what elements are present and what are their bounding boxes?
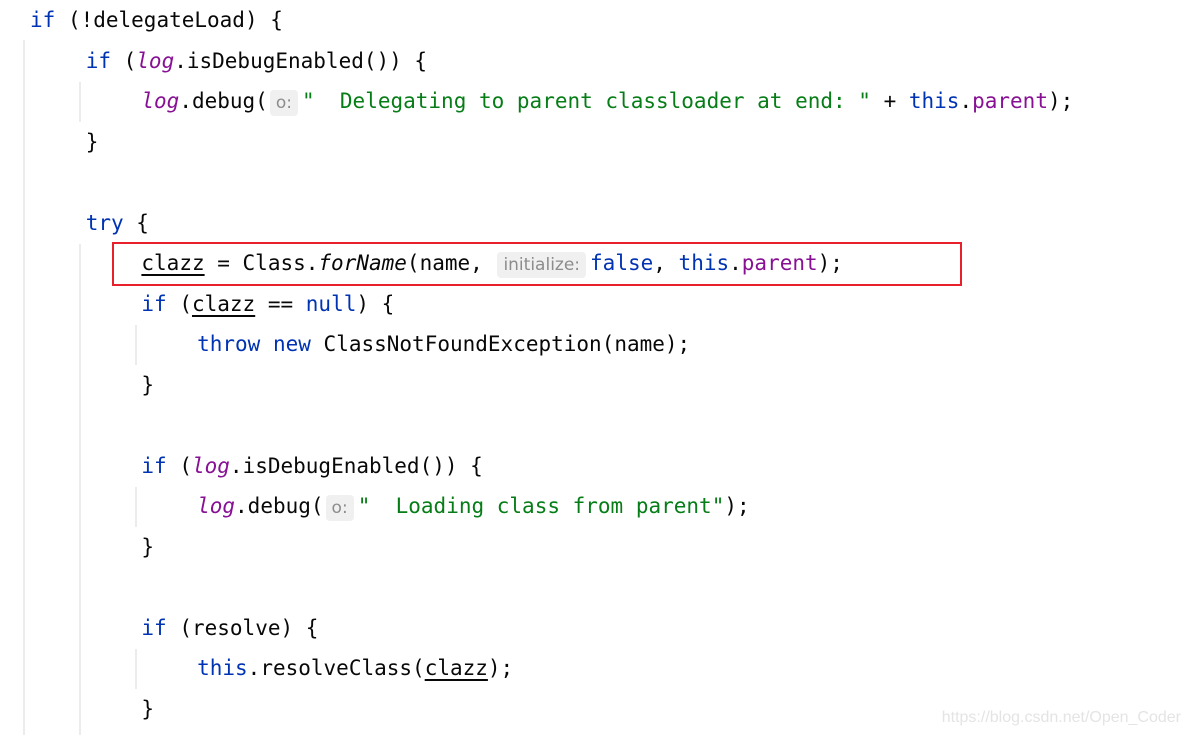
code-token: null [305,291,357,316]
code-token: parent [972,89,1048,113]
code-line[interactable]: throw new ClassNotFoundException(name); [197,324,690,364]
code-token: if [141,453,167,478]
indent-guide [23,40,25,735]
code-token: this [908,89,960,113]
code-token: } [85,129,99,154]
code-token: ); [487,656,514,680]
indent-guide [135,325,137,365]
code-token: this [197,656,248,680]
indent-guide [79,244,81,735]
code-line[interactable]: if (log.isDebugEnabled()) { [86,41,427,81]
code-token: ( [166,291,192,316]
code-token: log [197,494,236,518]
code-token: " Delegating to parent classloader at en… [301,89,871,113]
parameter-hint: o: [269,90,298,116]
code-token: ) { [356,291,395,316]
code-token: (resolve) { [166,615,319,640]
code-token: if [30,8,56,32]
highlight-box [112,242,962,286]
code-line[interactable]: if (clazz == null) { [141,284,394,324]
code-token: .debug( [235,494,324,518]
code-line[interactable]: if (!delegateLoad) { [30,0,283,40]
code-token: . [959,89,973,113]
code-line[interactable]: log.debug(o: " Delegating to parent class… [141,81,1073,121]
code-line[interactable]: this.resolveClass(clazz); [197,648,513,688]
parameter-hint: o: [325,495,354,521]
code-token: ); [724,494,750,518]
code-line[interactable]: if (log.isDebugEnabled()) { [141,446,482,486]
code-line[interactable]: if (resolve) { [141,608,318,648]
code-token: new [272,332,311,356]
code-token: ( [110,48,137,73]
code-token: log [191,453,230,478]
code-token: " Loading class from parent" [357,494,725,518]
code-token: try [85,210,124,235]
code-token: } [141,696,155,721]
code-token: == [255,291,306,316]
code-line[interactable]: } [141,365,154,405]
indent-guide [135,649,137,689]
code-line[interactable]: } [141,689,154,729]
code-token: ClassNotFoundException(name); [310,332,691,356]
code-token: } [141,534,155,559]
code-token: ); [1047,89,1074,113]
code-token: .resolveClass( [247,656,425,680]
code-token: (!delegateLoad) { [55,8,283,32]
code-token: ( [166,453,192,478]
code-token: { [123,210,149,235]
code-token: .isDebugEnabled()) { [174,48,428,73]
code-token: .isDebugEnabled()) { [229,453,483,478]
watermark: https://blog.csdn.net/Open_Coder [941,709,1181,726]
indent-guide [135,487,137,527]
code-token: .debug( [179,89,268,113]
code-token: throw [197,332,261,356]
code-token: + [870,89,909,113]
code-line[interactable]: } [141,527,154,567]
code-token: log [141,89,180,113]
code-token: clazz [424,656,488,680]
code-line[interactable]: } [86,122,99,162]
code-token: } [141,372,155,397]
code-token: if [85,48,111,73]
code-line[interactable]: log.debug(o: " Loading class from parent"… [197,486,750,526]
code-line[interactable]: try { [86,203,149,243]
code-token: log [136,48,175,73]
code-token: clazz [191,291,256,316]
code-token: if [141,615,167,640]
code-token: if [141,291,167,316]
indent-guide [79,82,81,122]
